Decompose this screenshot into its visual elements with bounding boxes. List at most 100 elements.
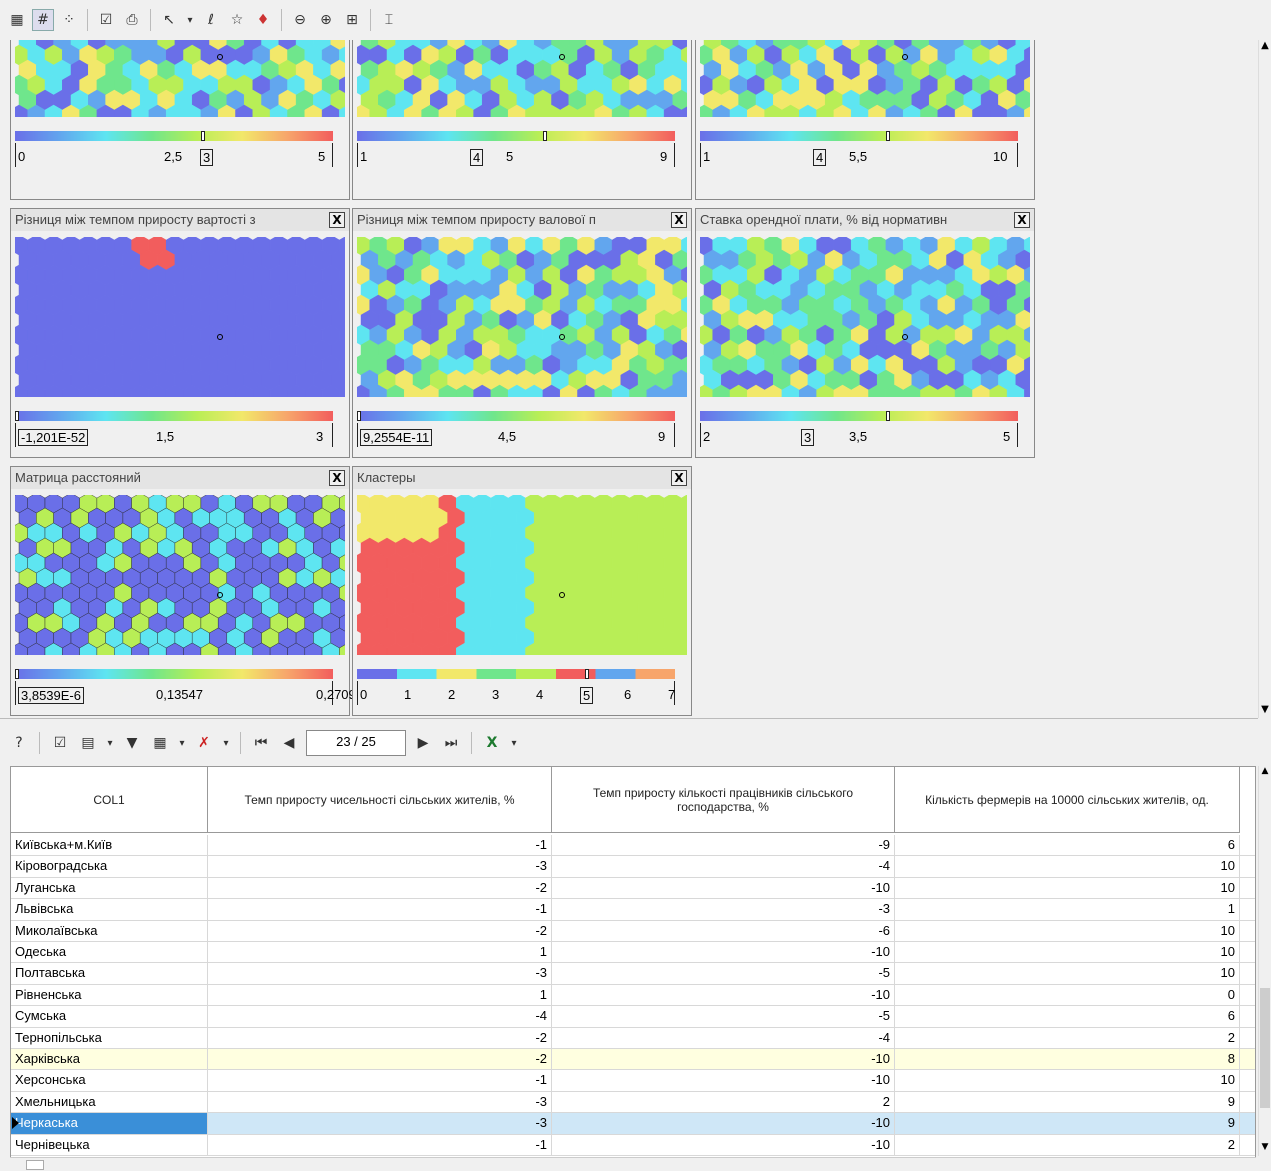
table-cell[interactable]: 2 bbox=[895, 1027, 1240, 1048]
table-cell[interactable]: Кіровоградська bbox=[11, 856, 208, 877]
star-select-icon[interactable]: ☆ bbox=[226, 9, 248, 31]
column-header[interactable]: Темп приросту кількості працівників сіль… bbox=[552, 767, 895, 833]
som-map-panel[interactable]: Кластеры X 0 1 2 3 4 5 6 7 bbox=[352, 466, 692, 716]
table-cell[interactable]: -1 bbox=[208, 835, 552, 856]
table-row[interactable]: Львівська -1 -3 1 bbox=[11, 899, 1255, 921]
som-map-panel[interactable]: Різниця між темпом приросту вартості зX -… bbox=[10, 208, 350, 458]
table-row[interactable]: Харківська -2 -10 8 bbox=[11, 1049, 1255, 1071]
table-cell[interactable]: 2 bbox=[552, 1091, 895, 1113]
grid-icon[interactable]: ▦ bbox=[6, 9, 28, 31]
table-cell[interactable]: -4 bbox=[552, 1027, 895, 1048]
table-row[interactable]: Хмельницька -3 2 9 bbox=[11, 1091, 1255, 1114]
table-cell[interactable]: -3 bbox=[208, 1113, 552, 1134]
scroll-thumb[interactable] bbox=[1260, 988, 1270, 1108]
splitter[interactable] bbox=[0, 718, 1258, 724]
table-cell[interactable]: -9 bbox=[552, 835, 895, 856]
table-row[interactable]: Рівненська 1 -10 0 bbox=[11, 984, 1255, 1007]
cursor-text-icon[interactable]: ⌶ bbox=[378, 9, 400, 31]
table-cell[interactable]: 10 bbox=[895, 920, 1240, 941]
table-cell[interactable]: 2 bbox=[895, 1134, 1240, 1155]
table-cell[interactable]: -10 bbox=[552, 942, 895, 963]
table-cell[interactable]: Харківська bbox=[11, 1049, 208, 1070]
table-cell[interactable]: -5 bbox=[552, 963, 895, 984]
table-cell[interactable]: -2 bbox=[208, 1027, 552, 1048]
table-cell[interactable]: -3 bbox=[208, 963, 552, 984]
next-page-icon[interactable]: ▶ bbox=[412, 732, 434, 754]
table-cell[interactable]: -10 bbox=[552, 1134, 895, 1155]
table-cell[interactable]: -3 bbox=[208, 1091, 552, 1113]
lasso-icon[interactable]: ℓ bbox=[200, 9, 222, 31]
dropdown-icon[interactable]: ▾ bbox=[184, 9, 196, 31]
table-cell[interactable]: 1 bbox=[208, 942, 552, 963]
close-icon[interactable]: X bbox=[671, 212, 687, 228]
pointer-icon[interactable]: ↖ bbox=[158, 9, 180, 31]
table-cell[interactable]: -10 bbox=[552, 877, 895, 899]
zoom-in-icon[interactable]: ⊕ bbox=[315, 9, 337, 31]
table-row[interactable]: Миколаївська -2 -6 10 bbox=[11, 920, 1255, 942]
column-header[interactable]: Кількість фермерів на 10000 сільських жи… bbox=[895, 767, 1240, 833]
table-cell[interactable]: Рівненська bbox=[11, 984, 208, 1006]
table-cell[interactable]: 10 bbox=[895, 942, 1240, 963]
table-cell[interactable]: Київська+м.Київ bbox=[11, 835, 208, 856]
scatter-icon[interactable]: ⁘ bbox=[58, 9, 80, 31]
table-cell[interactable]: Чернівецька bbox=[11, 1134, 208, 1155]
table-cell[interactable]: 10 bbox=[895, 1070, 1240, 1091]
dropdown-icon[interactable]: ▾ bbox=[177, 732, 187, 754]
table-row[interactable]: Сумська -4 -5 6 bbox=[11, 1006, 1255, 1028]
scroll-down-icon[interactable]: ▼ bbox=[1259, 704, 1271, 718]
column-header[interactable]: Темп приросту чисельності сільських жите… bbox=[208, 767, 552, 833]
column-header[interactable]: COL1 bbox=[11, 767, 208, 833]
close-icon[interactable]: X bbox=[671, 470, 687, 486]
table-cell[interactable]: Тернопільська bbox=[11, 1027, 208, 1048]
table-cell[interactable]: Черкаська bbox=[11, 1113, 208, 1134]
table-cell[interactable]: 6 bbox=[895, 835, 1240, 856]
prev-page-icon[interactable]: ◀ bbox=[278, 732, 300, 754]
table-cell[interactable]: -1 bbox=[208, 1134, 552, 1155]
table-cell[interactable]: 0 bbox=[895, 984, 1240, 1006]
table-cell[interactable]: 10 bbox=[895, 963, 1240, 984]
som-map-panel[interactable]: 0 2,5 3 5 bbox=[10, 40, 350, 200]
table-cell[interactable]: -4 bbox=[208, 1006, 552, 1027]
table-cell[interactable]: 1 bbox=[208, 984, 552, 1006]
grid-scrollbar[interactable]: ▲ ▼ bbox=[1258, 766, 1271, 1156]
table-cell[interactable]: -5 bbox=[552, 1006, 895, 1027]
close-icon[interactable]: X bbox=[329, 212, 345, 228]
close-icon[interactable]: X bbox=[329, 470, 345, 486]
excel-export-icon[interactable]: X bbox=[481, 732, 503, 754]
dropdown-icon[interactable]: ▾ bbox=[221, 732, 231, 754]
scroll-down-icon[interactable]: ▼ bbox=[1259, 1142, 1271, 1156]
table-row[interactable]: Кіровоградська -3 -4 10 bbox=[11, 856, 1255, 878]
table-row[interactable]: Луганська -2 -10 10 bbox=[11, 877, 1255, 900]
table-cell[interactable]: -10 bbox=[552, 984, 895, 1006]
table-row[interactable]: Херсонська -1 -10 10 bbox=[11, 1070, 1255, 1092]
table-cell[interactable]: Одеська bbox=[11, 942, 208, 963]
table-cell[interactable]: -2 bbox=[208, 877, 552, 899]
som-map-panel[interactable]: Різниця між темпом приросту валової п X 9,… bbox=[352, 208, 692, 458]
table-cell[interactable]: -3 bbox=[208, 856, 552, 877]
table-row[interactable]: Тернопільська -2 -4 2 bbox=[11, 1027, 1255, 1049]
table-cell[interactable]: Сумська bbox=[11, 1006, 208, 1027]
table-cell[interactable]: 10 bbox=[895, 856, 1240, 877]
last-page-icon[interactable]: ⏭ bbox=[440, 732, 462, 754]
table-row[interactable]: Одеська 1 -10 10 bbox=[11, 942, 1255, 964]
clear-filter-icon[interactable]: ✗ bbox=[193, 732, 215, 754]
scroll-up-icon[interactable]: ▲ bbox=[1259, 766, 1271, 780]
som-map-panel[interactable]: 1 4 5 9 bbox=[352, 40, 692, 200]
table-cell[interactable]: 9 bbox=[895, 1091, 1240, 1113]
print-icon[interactable]: ⎙ bbox=[121, 9, 143, 31]
columns-icon[interactable]: ▤ bbox=[77, 732, 99, 754]
dropdown-icon[interactable]: ▾ bbox=[509, 732, 519, 754]
table-row[interactable]: Київська+м.Київ -1 -9 6 bbox=[11, 835, 1255, 857]
table-cell[interactable]: 1 bbox=[895, 899, 1240, 920]
table-cell[interactable]: -2 bbox=[208, 1049, 552, 1070]
som-map-panel[interactable]: Ставка орендної плати, % від нормативн X 2… bbox=[695, 208, 1035, 458]
table-cell[interactable]: Львівська bbox=[11, 899, 208, 920]
table-cell[interactable]: -4 bbox=[552, 856, 895, 877]
close-icon[interactable]: X bbox=[1014, 212, 1030, 228]
marker-icon[interactable]: ♦ bbox=[252, 9, 274, 31]
grid-hscrollbar[interactable] bbox=[10, 1157, 1256, 1171]
som-map-panel[interactable]: Матрица расстояний X 3,8539E-6 0,13547 0,270… bbox=[10, 466, 363, 716]
table-cell[interactable]: -6 bbox=[552, 920, 895, 941]
som-map-panel[interactable]: 1 4 5,5 10 bbox=[695, 40, 1035, 200]
help-cursor-icon[interactable]: ? bbox=[8, 732, 30, 754]
